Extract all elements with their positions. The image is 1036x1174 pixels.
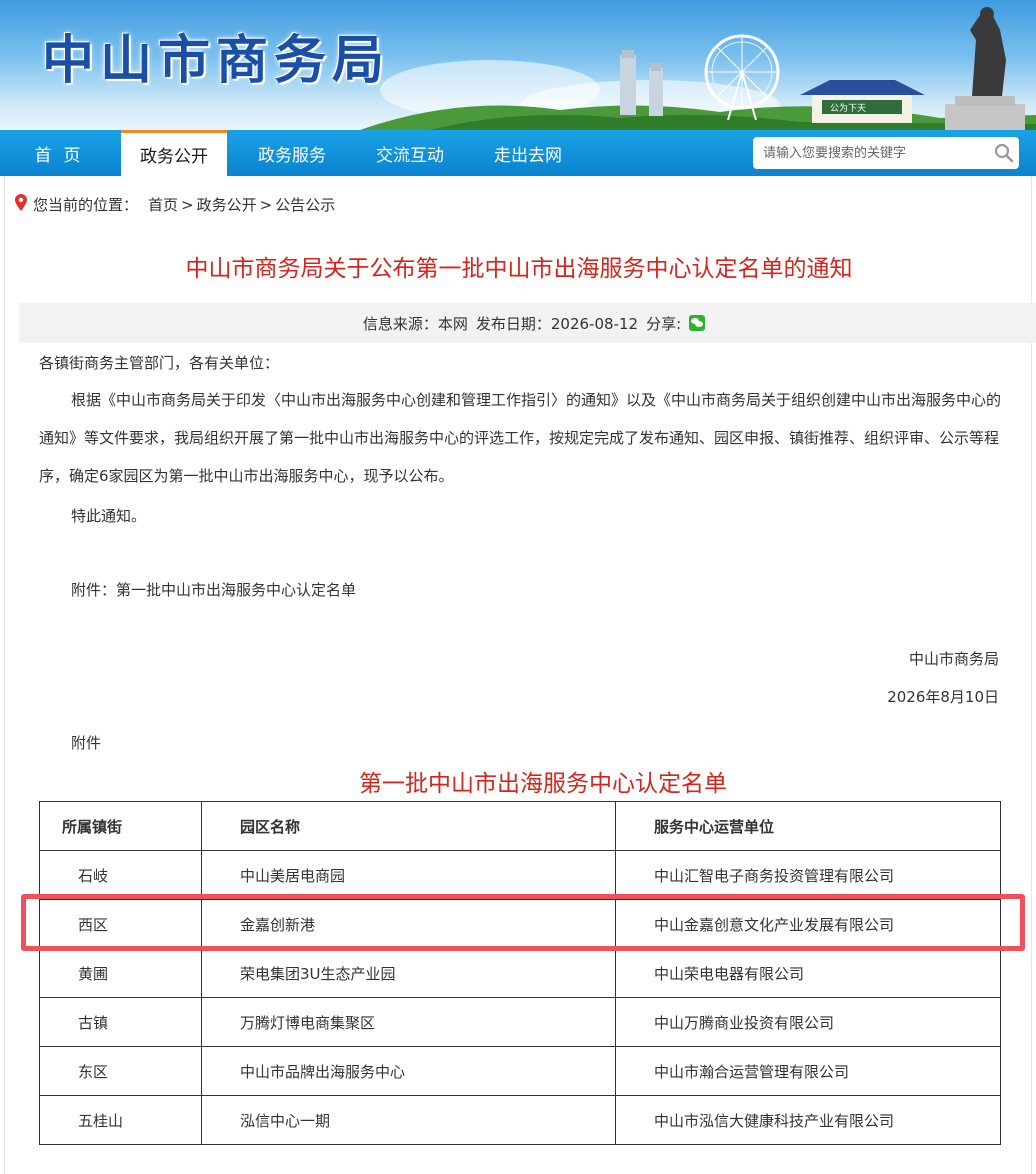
column-header-operator: 服务中心运营单位	[615, 801, 1001, 851]
search-box	[753, 137, 1019, 169]
content-frame: 您当前的位置： 首页 > 政务公开 > 公告公示 中山市商务局关于公布第一批中山…	[4, 176, 1036, 1174]
nav-item-home[interactable]: 首页	[0, 130, 115, 176]
breadcrumb-announcements[interactable]: 公告公示	[275, 194, 335, 215]
article-paragraph: 根据《中山市商务局关于印发〈中山市出海服务中心创建和管理工作指引〉的通知》以及《…	[39, 391, 1002, 485]
location-pin-icon	[15, 194, 27, 215]
nav-item-go-global[interactable]: 走出去网	[469, 130, 587, 176]
table-row: 古镇 万腾灯博电商集聚区 中山万腾商业投资有限公司	[39, 997, 1001, 1047]
site-banner: 公为下天 中山市商务局	[0, 0, 1036, 130]
wechat-share-icon[interactable]	[689, 315, 706, 331]
nav-item-interaction[interactable]: 交流互动	[351, 130, 469, 176]
attachment-heading: 附件	[71, 734, 102, 752]
article-source: 信息来源：本网	[362, 314, 468, 333]
cell-town: 石岐	[39, 850, 202, 900]
table-row-highlighted: 西区 金嘉创新港 中山金嘉创意文化产业发展有限公司	[39, 899, 1001, 949]
cell-park-name: 泓信中心一期	[201, 1095, 616, 1145]
table-row: 石岐 中山美居电商园 中山汇智电子商务投资管理有限公司	[39, 850, 1001, 900]
table-header-row: 所属镇街 园区名称 服务中心运营单位	[39, 801, 1001, 851]
main-nav: 首页 政务公开 政务服务 交流互动 走出去网	[0, 130, 1036, 176]
cell-park-name: 金嘉创新港	[201, 899, 616, 949]
article-signer: 中山市商务局	[908, 650, 999, 668]
article-title: 中山市商务局关于公布第一批中山市出海服务中心认定名单的通知	[185, 256, 853, 282]
cell-operator: 中山市泓信大健康科技产业有限公司	[615, 1095, 1001, 1145]
cell-town: 古镇	[39, 997, 202, 1047]
breadcrumb-prefix: 您当前的位置：	[33, 196, 139, 214]
breadcrumb-home[interactable]: 首页	[148, 194, 178, 215]
cell-town: 五桂山	[39, 1095, 202, 1145]
cell-park-name: 万腾灯博电商集聚区	[201, 997, 616, 1047]
article-date: 发布日期：2026-08-12	[475, 314, 639, 333]
cell-town: 东区	[39, 1046, 202, 1096]
cell-park-name: 中山美居电商园	[201, 850, 616, 900]
article-attachment-link[interactable]: 附件：第一批中山市出海服务中心认定名单	[39, 571, 1009, 609]
breadcrumb-separator: >	[181, 195, 194, 214]
cell-operator: 中山汇智电子商务投资管理有限公司	[615, 850, 1001, 900]
breadcrumb-government-affairs[interactable]: 政务公开	[197, 194, 257, 215]
breadcrumb-separator: >	[259, 195, 273, 214]
table-row: 五桂山 泓信中心一期 中山市泓信大健康科技产业有限公司	[39, 1095, 1001, 1145]
search-input[interactable]	[753, 138, 989, 168]
cell-operator: 中山市瀚合运营管理有限公司	[615, 1046, 1001, 1096]
cell-operator: 中山万腾商业投资有限公司	[615, 997, 1001, 1047]
cell-operator: 中山荣电电器有限公司	[615, 948, 1001, 998]
nav-item-government-services[interactable]: 政务服务	[233, 130, 351, 176]
cell-operator: 中山金嘉创意文化产业发展有限公司	[615, 899, 1001, 949]
breadcrumb: 您当前的位置： 首页 > 政务公开 > 公告公示	[15, 194, 335, 215]
cell-town: 西区	[39, 899, 202, 949]
article-closing: 特此通知。	[71, 507, 147, 525]
article-salutation: 各镇街商务主管部门，各有关单位：	[39, 354, 280, 372]
svg-text:公为下天: 公为下天	[830, 102, 866, 114]
cell-park-name: 荣电集团3U生态产业园	[201, 948, 616, 998]
article-sign-date: 2026年8月10日	[887, 688, 999, 706]
table-row: 东区 中山市品牌出海服务中心 中山市瀚合运营管理有限公司	[39, 1046, 1001, 1096]
list-title: 第一批中山市出海服务中心认定名单	[359, 771, 727, 797]
article-meta-bar: 信息来源：本网 发布日期：2026-08-12 分享:	[19, 303, 1036, 343]
cell-park-name: 中山市品牌出海服务中心	[201, 1046, 616, 1096]
search-icon[interactable]	[989, 138, 1019, 168]
site-logo-title[interactable]: 中山市商务局	[42, 18, 390, 93]
column-header-park-name: 园区名称	[201, 801, 616, 851]
table-row: 黄圃 荣电集团3U生态产业园 中山荣电电器有限公司	[39, 948, 1001, 998]
nav-item-government-affairs[interactable]: 政务公开	[121, 130, 227, 176]
certification-list-table: 所属镇街 园区名称 服务中心运营单位 石岐 中山美居电商园 中山汇智电子商务投资…	[39, 801, 1001, 1145]
column-header-town: 所属镇街	[39, 801, 202, 851]
cell-town: 黄圃	[39, 948, 202, 998]
share-label: 分享:	[646, 314, 682, 333]
